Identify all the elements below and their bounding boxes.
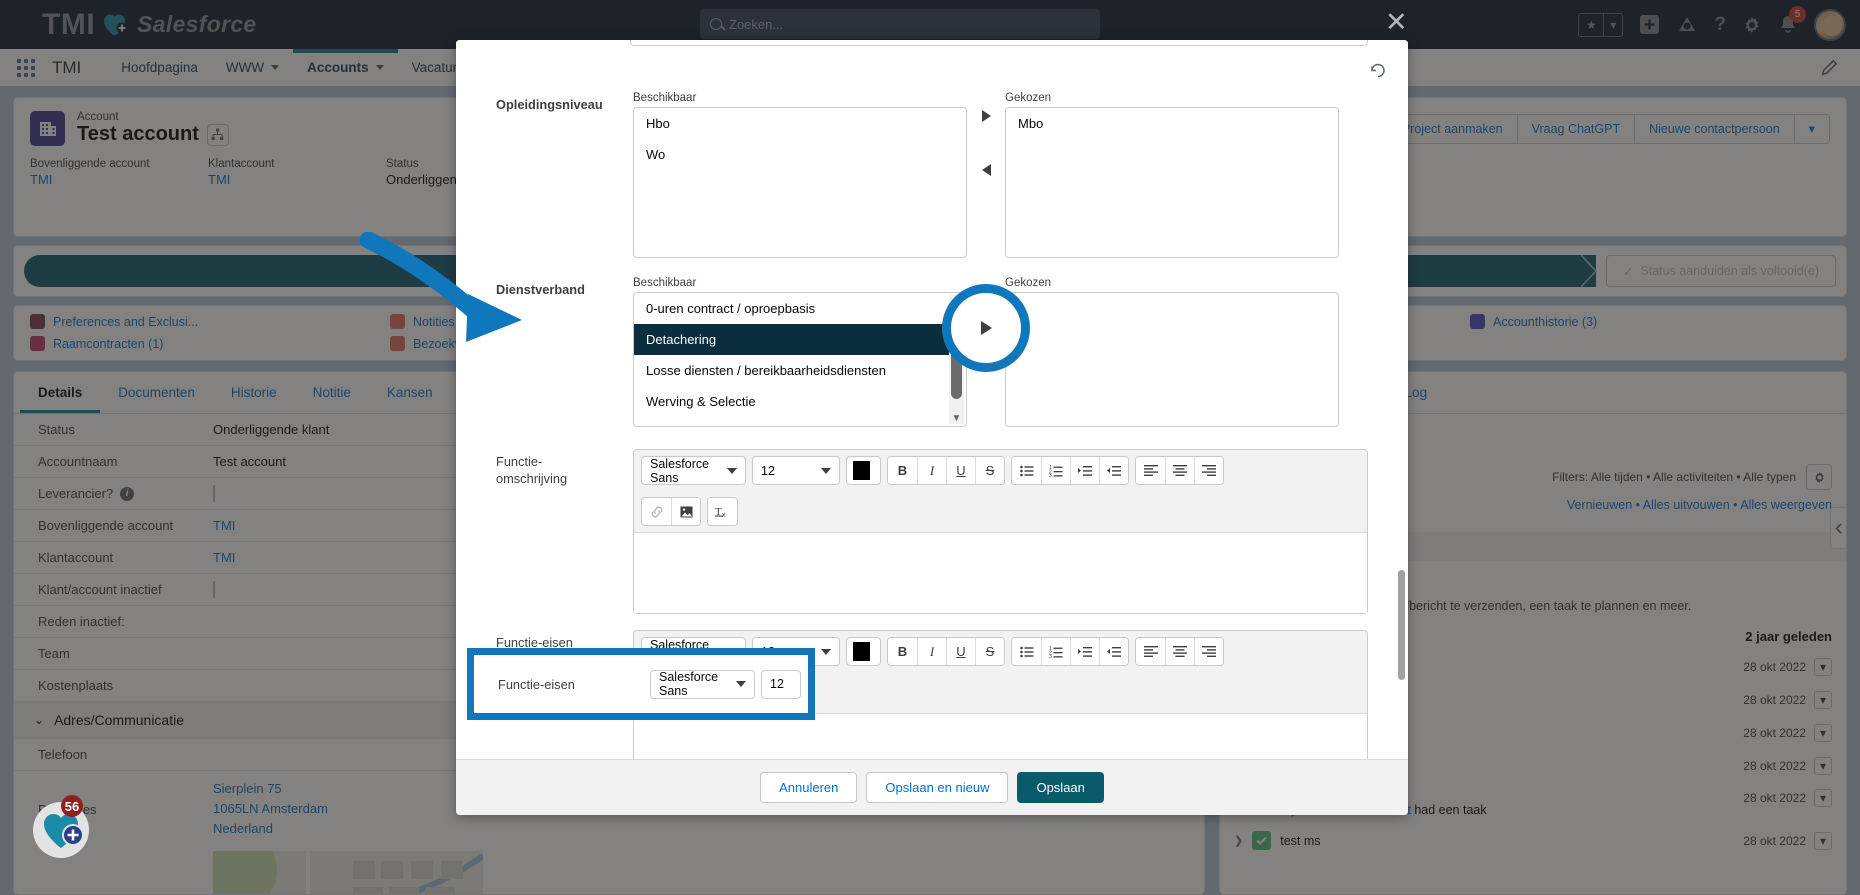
available-listbox[interactable]: 0-uren contract / oproepbasis Detacherin… [633,292,967,427]
list-option[interactable]: Losse diensten / bereikbaarheidsdiensten [634,355,966,386]
highlighted-field-label: Functie-eisen [498,676,575,692]
scroll-down-icon[interactable]: ▼ [952,413,962,424]
list-group: 123 [1011,637,1129,666]
available-listbox[interactable]: Hbo Wo [633,107,967,258]
text-style-group: B I U S [887,456,1005,485]
partial-field-above [456,40,1408,78]
move-buttons [967,92,1005,176]
color-swatch [853,642,870,661]
richtext-body-omschrijving[interactable] [634,533,1367,613]
list-option[interactable]: Hbo [634,108,966,139]
chosen-column: Gekozen [1005,277,1339,427]
image-icon[interactable] [671,498,700,525]
field-label: Functie- omschrijving [496,454,568,487]
annotation-box-highlight: Functie-eisen Salesforce Sans 12 [467,648,815,720]
field-opleidingsniveau: Opleidingsniveau Beschikbaar Hbo Wo Geko… [456,66,1408,258]
font-family-value: Salesforce Sans [659,670,719,698]
align-right-icon[interactable] [1194,638,1223,665]
text-color-picker[interactable] [846,637,881,666]
align-group [1135,456,1224,485]
available-caption: Beschikbaar [633,92,697,104]
list-option-selected[interactable]: Detachering [634,324,966,355]
annotation-circle-highlight [942,284,1030,372]
font-size-select[interactable]: 12 [752,456,840,485]
field-functie-omschrijving: Functie- omschrijving Salesforce Sans 12… [456,427,1408,614]
available-column: Beschikbaar Hbo Wo [633,92,967,258]
remove-formatting-icon[interactable]: Tx [708,498,737,525]
chosen-column: Gekozen Mbo [1005,92,1339,258]
chosen-caption: Gekozen [1005,277,1052,289]
font-family-select-highlighted[interactable]: Salesforce Sans [650,669,755,699]
mysolution-badge[interactable]: 56 [28,790,98,860]
numbered-list-icon[interactable]: 123 [1041,457,1070,484]
move-right-icon[interactable] [980,321,992,335]
italic-icon[interactable]: I [917,638,946,665]
list-option[interactable]: Werving & Selectie [634,386,966,417]
font-family-value: Salesforce Sans [650,456,710,485]
modal-scrollbar-thumb[interactable] [1398,570,1405,680]
indent-icon[interactable] [1070,638,1099,665]
close-icon[interactable]: ✕ [1385,9,1408,36]
align-left-icon[interactable] [1136,457,1165,484]
font-family-select[interactable]: Salesforce Sans [641,456,746,485]
cancel-button[interactable]: Annuleren [760,772,858,803]
available-column: Beschikbaar 0-uren contract / oproepbasi… [633,277,967,427]
italic-icon[interactable]: I [917,457,946,484]
indent-icon[interactable] [1070,457,1099,484]
chevron-down-icon [821,467,831,474]
save-button[interactable]: Opslaan [1017,772,1104,803]
undo-icon[interactable] [1369,62,1386,84]
richtext-editor-omschrijving: Salesforce Sans 12 B I U S 12 3 T x [633,449,1368,614]
underline-icon[interactable]: U [946,638,975,665]
align-center-icon[interactable] [1165,457,1194,484]
chevron-down-icon [727,467,737,474]
move-right-icon[interactable] [981,110,991,122]
clear-format-group: Tx [707,497,738,526]
font-size-value: 12 [761,463,775,478]
underline-icon[interactable]: U [946,457,975,484]
field-label: Dienstverband [496,282,585,297]
move-left-icon[interactable] [981,164,991,176]
align-right-icon[interactable] [1194,457,1223,484]
font-size-select-highlighted[interactable]: 12 [761,669,801,699]
text-style-group: B I U S [887,637,1005,666]
truncated-input-above[interactable] [630,40,1368,46]
richtext-toolbar: Salesforce Sans 12 B I U S 12 [634,450,1367,533]
mysolution-count: 56 [65,799,79,814]
modal-footer: Annuleren Opslaan en nieuw Opslaan [456,759,1408,815]
insert-group [641,497,701,526]
list-option[interactable]: Wo [634,139,966,170]
chevron-down-icon [736,681,746,687]
outdent-icon[interactable] [1099,638,1128,665]
outdent-icon[interactable] [1099,457,1128,484]
list-option[interactable]: 0-uren contract / oproepbasis [634,293,966,324]
text-color-picker[interactable] [846,456,881,485]
align-group [1135,637,1224,666]
strikethrough-icon[interactable]: S [975,457,1004,484]
save-and-new-button[interactable]: Opslaan en nieuw [866,772,1009,803]
list-group: 123 [1011,456,1129,485]
available-caption: Beschikbaar [633,277,697,289]
strikethrough-icon[interactable]: S [975,638,1004,665]
svg-text:3: 3 [1049,654,1052,658]
bold-icon[interactable]: B [888,457,917,484]
align-left-icon[interactable] [1136,638,1165,665]
align-center-icon[interactable] [1165,638,1194,665]
field-label: Opleidingsniveau [496,97,603,112]
svg-text:3: 3 [1049,473,1052,477]
list-option[interactable]: Mbo [1006,108,1338,139]
bulleted-list-icon[interactable] [1012,638,1041,665]
numbered-list-icon[interactable]: 123 [1041,638,1070,665]
link-icon[interactable] [642,498,671,525]
font-size-value: 12 [770,677,784,691]
chosen-listbox[interactable]: Mbo [1005,107,1339,258]
chosen-caption: Gekozen [1005,92,1052,104]
color-swatch [853,461,870,480]
chosen-listbox[interactable] [1005,292,1339,427]
richtext-body-eisen[interactable] [634,714,1367,759]
chevron-down-icon [821,648,831,655]
field-dienstverband: Dienstverband Beschikbaar 0-uren contrac… [456,258,1408,427]
bold-icon[interactable]: B [888,638,917,665]
bulleted-list-icon[interactable] [1012,457,1041,484]
